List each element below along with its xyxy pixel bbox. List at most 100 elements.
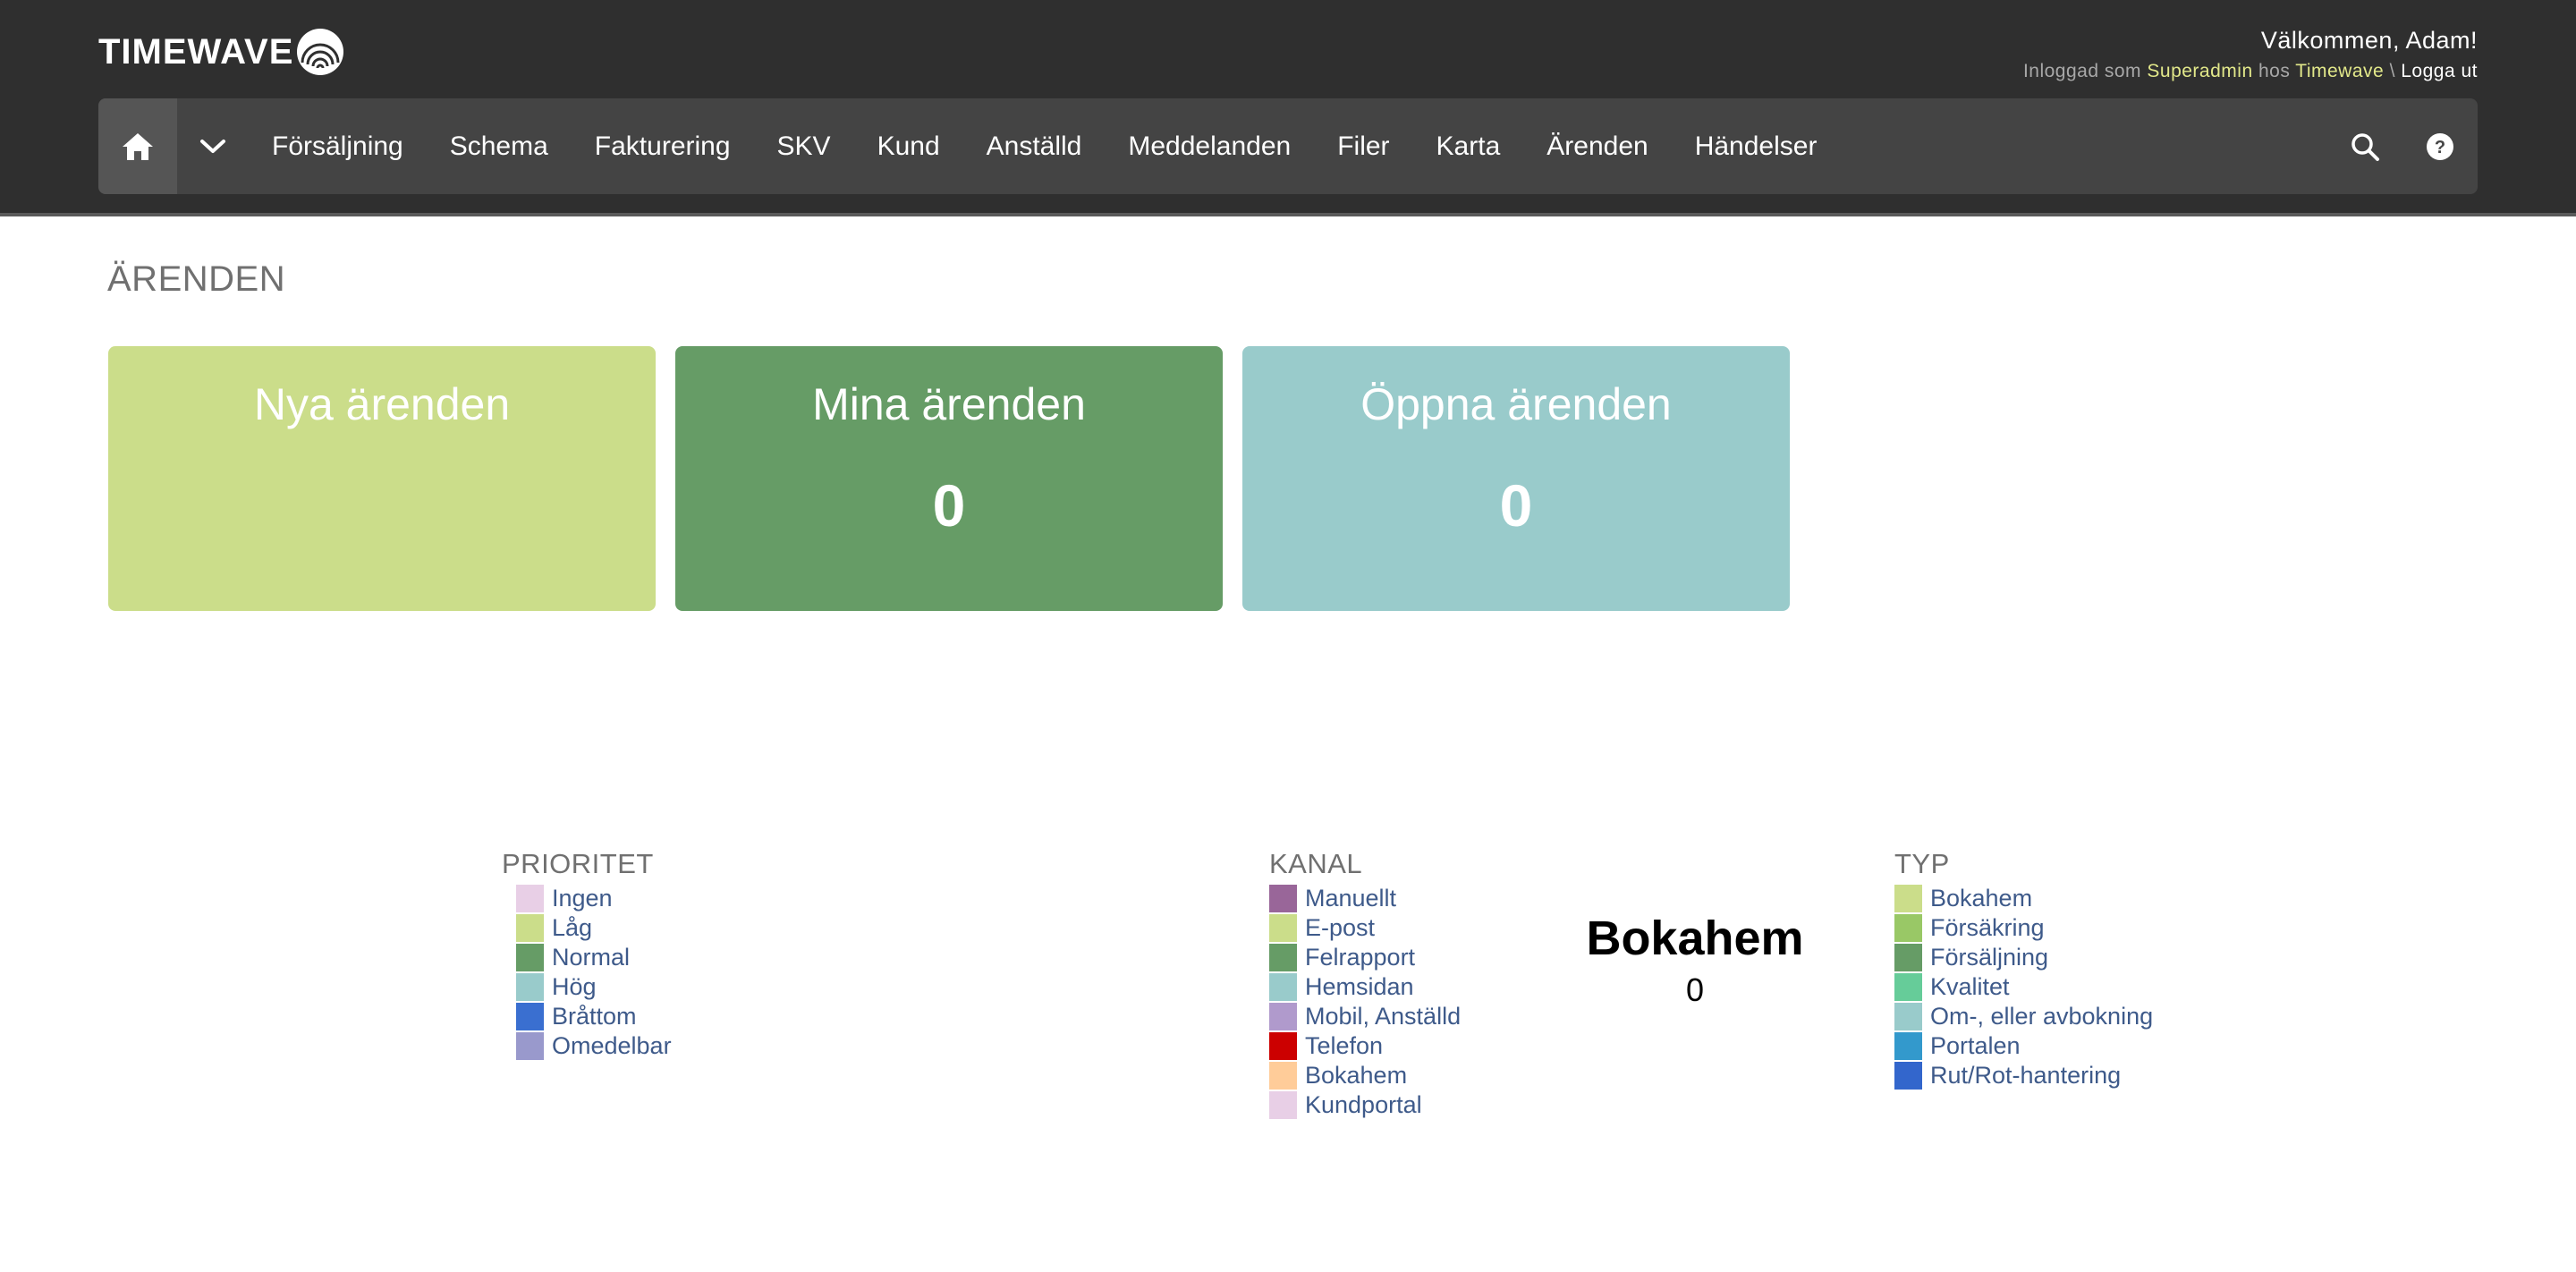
legend-swatch xyxy=(1269,973,1297,1001)
legend-swatch xyxy=(516,973,544,1001)
nav-items: Försäljning Schema Fakturering SKV Kund … xyxy=(249,98,1840,194)
tile-new-cases[interactable]: Nya ärenden xyxy=(108,346,656,611)
tile-count: 0 xyxy=(1499,472,1533,538)
legend-item[interactable]: Bokahem xyxy=(1269,1061,1461,1090)
tile-title: Öppna ärenden xyxy=(1360,379,1672,429)
legend-kanal: KANAL Manuellt E-post Felrapport Hemsidan Mo… xyxy=(1269,848,1461,1120)
tile-open-cases[interactable]: Öppna ärenden 0 xyxy=(1242,346,1790,611)
company-link[interactable]: Timewave xyxy=(2295,61,2384,81)
legend-item[interactable]: Rut/Rot-hantering xyxy=(1894,1061,2153,1090)
nav-right-tools: ? xyxy=(2327,98,2478,194)
tile-title: Nya ärenden xyxy=(253,379,511,429)
bokahem-summary-title: Bokahem xyxy=(1586,912,1804,965)
logout-link[interactable]: Logga ut xyxy=(2401,61,2478,81)
search-icon xyxy=(2351,132,2379,161)
svg-text:?: ? xyxy=(2435,138,2445,157)
nav-dropdown-button[interactable] xyxy=(177,98,249,194)
legend-item[interactable]: Normal xyxy=(516,943,672,972)
legend-swatch xyxy=(516,914,544,942)
nav-item-arenden[interactable]: Ärenden xyxy=(1523,98,1671,194)
legend-swatch xyxy=(516,1032,544,1060)
legend-swatch xyxy=(1269,944,1297,971)
legend-rows: Manuellt E-post Felrapport Hemsidan Mobil, A… xyxy=(1269,884,1461,1120)
legend-label: Mobil, Anställd xyxy=(1305,1003,1462,1030)
tile-count: 0 xyxy=(932,472,966,538)
bokahem-summary: Bokahem 0 xyxy=(1561,911,1829,1009)
login-separator: \ xyxy=(2389,61,2395,81)
legend-label: Rut/Rot-hantering xyxy=(1930,1062,2122,1089)
nav-item-forsaljning[interactable]: Försäljning xyxy=(249,98,427,194)
nav-item-karta[interactable]: Karta xyxy=(1413,98,1524,194)
nav-item-anstalld[interactable]: Anställd xyxy=(963,98,1106,194)
legend-label: Bokahem xyxy=(1305,1062,1408,1089)
legend-item[interactable]: Försäkring xyxy=(1894,913,2153,943)
nav-item-schema[interactable]: Schema xyxy=(427,98,572,194)
legend-item[interactable]: Bråttom xyxy=(516,1002,672,1031)
legend-swatch xyxy=(1894,1062,1922,1090)
legend-swatch xyxy=(516,885,544,912)
legend-label: Bokahem xyxy=(1930,885,2033,912)
welcome-text: Välkommen, Adam! xyxy=(2260,27,2478,54)
legend-item[interactable]: Manuellt xyxy=(1269,884,1461,913)
legend-label: Hemsidan xyxy=(1305,973,1414,1000)
legend-label: Låg xyxy=(552,914,593,941)
top-header: TIMEWAVE Välkommen, Adam! Inloggad som S… xyxy=(0,0,2576,216)
legend-label: Försäkring xyxy=(1930,914,2045,941)
user-role-link[interactable]: Superadmin xyxy=(2147,61,2252,81)
legend-swatch xyxy=(1269,1032,1297,1060)
legend-label: Ingen xyxy=(552,885,613,912)
nav-item-handelser[interactable]: Händelser xyxy=(1672,98,1841,194)
legend-swatch xyxy=(1269,885,1297,912)
bokahem-summary-count: 0 xyxy=(1685,971,1705,1008)
legend-item[interactable]: Portalen xyxy=(1894,1031,2153,1061)
login-mid: hos xyxy=(2258,61,2291,81)
help-icon: ? xyxy=(2427,132,2453,160)
help-button[interactable]: ? xyxy=(2402,98,2478,194)
legend-label: Normal xyxy=(552,944,631,971)
legend-item[interactable]: Telefon xyxy=(1269,1031,1461,1061)
legend-label: Hög xyxy=(552,973,597,1000)
nav-item-skv[interactable]: SKV xyxy=(754,98,854,194)
legend-item[interactable]: Hög xyxy=(516,972,672,1002)
legend-swatch xyxy=(1269,1003,1297,1030)
logo-text: TIMEWAVE xyxy=(98,31,294,72)
legend-title: KANAL xyxy=(1269,848,1363,879)
nav-item-meddelanden[interactable]: Meddelanden xyxy=(1105,98,1314,194)
legend-label: E-post xyxy=(1305,914,1376,941)
legend-label: Manuellt xyxy=(1305,885,1397,912)
legend-label: Bråttom xyxy=(552,1003,637,1030)
nav-item-filer[interactable]: Filer xyxy=(1314,98,1412,194)
legend-swatch xyxy=(1894,885,1922,912)
timewave-logo[interactable]: TIMEWAVE xyxy=(98,25,345,79)
legend-swatch xyxy=(1894,1003,1922,1030)
legend-item[interactable]: Felrapport xyxy=(1269,943,1461,972)
legend-item[interactable]: Låg xyxy=(516,913,672,943)
home-button[interactable] xyxy=(98,98,177,194)
legend-item[interactable]: E-post xyxy=(1269,913,1461,943)
legend-label: Kvalitet xyxy=(1930,973,2010,1000)
nav-item-kund[interactable]: Kund xyxy=(854,98,963,194)
legend-label: Om-, eller avbokning xyxy=(1930,1003,2154,1030)
legend-item[interactable]: Omedelbar xyxy=(516,1031,672,1061)
legend-rows: Ingen Låg Normal Hög Bråttom Omedelbar xyxy=(516,884,672,1061)
legend-title: TYP xyxy=(1894,848,1950,879)
legend-swatch xyxy=(1894,914,1922,942)
search-button[interactable] xyxy=(2327,98,2402,194)
legend-item[interactable]: Kundportal xyxy=(1269,1090,1461,1120)
nav-item-fakturering[interactable]: Fakturering xyxy=(572,98,754,194)
page-title: ÄRENDEN xyxy=(107,259,286,299)
tile-my-cases[interactable]: Mina ärenden 0 xyxy=(675,346,1223,611)
legend-item[interactable]: Hemsidan xyxy=(1269,972,1461,1002)
legend-label: Försäljning xyxy=(1930,944,2049,971)
legend-item[interactable]: Mobil, Anställd xyxy=(1269,1002,1461,1031)
legend-label: Telefon xyxy=(1305,1032,1384,1059)
legend-item[interactable]: Försäljning xyxy=(1894,943,2153,972)
home-icon xyxy=(123,132,153,160)
legend-item[interactable]: Ingen xyxy=(516,884,672,913)
legend-title: PRIORITET xyxy=(502,848,654,879)
legend-item[interactable]: Kvalitet xyxy=(1894,972,2153,1002)
legend-rows: Bokahem Försäkring Försäljning Kvalitet Om-,… xyxy=(1894,884,2153,1090)
legend-swatch xyxy=(1269,914,1297,942)
legend-item[interactable]: Bokahem xyxy=(1894,884,2153,913)
legend-item[interactable]: Om-, eller avbokning xyxy=(1894,1002,2153,1031)
